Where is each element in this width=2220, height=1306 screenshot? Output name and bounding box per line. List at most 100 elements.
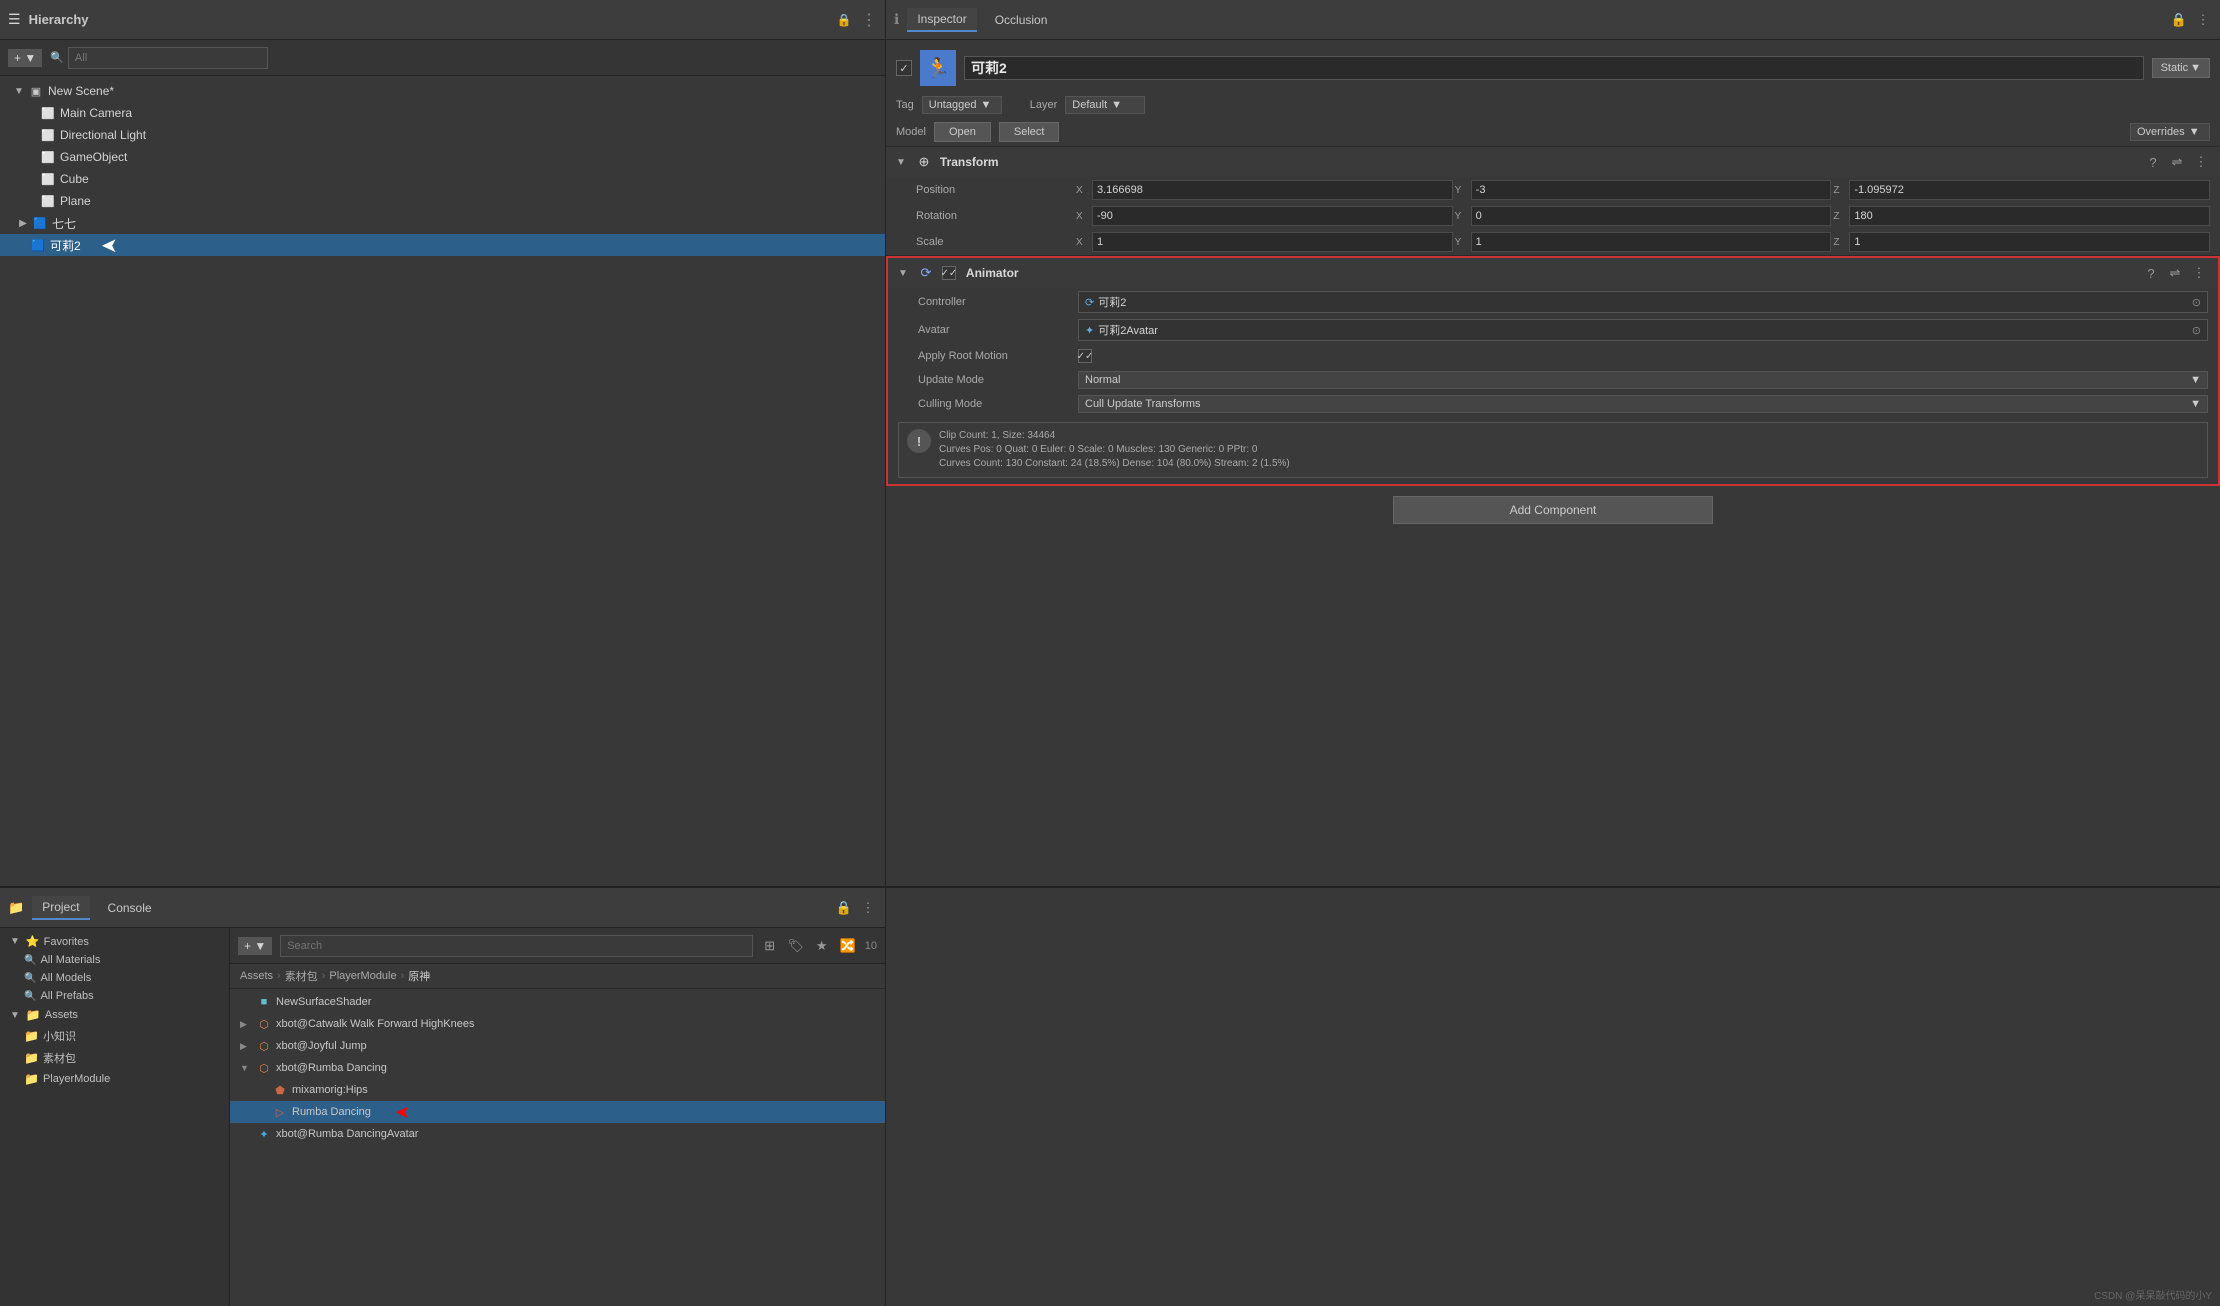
file-xbot-catwalk[interactable]: ▶ ⬡ xbot@Catwalk Walk Forward HighKnees (230, 1013, 885, 1035)
transform-header-icons: ? ⇌ ⋮ (2144, 153, 2210, 171)
sidebar-all-materials[interactable]: 🔍 All Materials (0, 951, 229, 969)
filter-icon[interactable]: 🔀 (839, 937, 857, 955)
search-icon-prefabs: 🔍 (24, 991, 36, 1002)
object-name-input[interactable] (964, 56, 2144, 80)
project-header-icons: 🔒 ⋮ (835, 899, 877, 917)
scale-y-input[interactable] (1471, 232, 1832, 252)
animator-settings-icon[interactable]: ⇌ (2166, 264, 2184, 282)
tree-item-keli2[interactable]: 🟦 可莉2 ➤ (0, 234, 885, 256)
warn-icon: ! (907, 429, 931, 453)
rot-y-input[interactable] (1471, 206, 1832, 226)
tree-item-cube[interactable]: ⬜ Cube (0, 168, 885, 190)
lock-icon-inspector[interactable]: 🔒 (2170, 11, 2188, 29)
file-xbot-rumba-avatar[interactable]: ✦ xbot@Rumba DancingAvatar (230, 1123, 885, 1145)
overrides-dropdown[interactable]: Overrides ▼ (2130, 123, 2210, 141)
lock-icon[interactable]: 🔒 (835, 11, 853, 29)
tab-occlusion[interactable]: Occlusion (985, 9, 1058, 31)
model-open-button[interactable]: Open (934, 122, 991, 142)
animator-help-icon[interactable]: ? (2142, 264, 2160, 282)
star-icon[interactable]: ★ (813, 937, 831, 955)
rot-z-input[interactable] (1849, 206, 2210, 226)
transform-more-icon[interactable]: ⋮ (2192, 153, 2210, 171)
controller-value: 可莉2 (1098, 294, 1126, 310)
static-button[interactable]: Static ▼ (2152, 58, 2210, 78)
assets-header[interactable]: ▼ 📁 Assets (0, 1005, 229, 1025)
layer-dropdown[interactable]: Default ▼ (1065, 96, 1145, 114)
animator-header-icons: ? ⇌ ⋮ (2142, 264, 2208, 282)
object-icon: 🏃 (920, 50, 956, 86)
controller-value-box: ⟳ 可莉2 ⊙ (1078, 291, 2208, 313)
update-mode-dropdown[interactable]: Normal ▼ (1078, 371, 2208, 389)
sidebar-label: PlayerModule (43, 1073, 110, 1085)
update-mode-label: Update Mode (918, 374, 1078, 386)
grid-icon[interactable]: ⊞ (761, 937, 779, 955)
avatar-icon: ✦ (1085, 324, 1094, 337)
culling-mode-dropdown[interactable]: Cull Update Transforms ▼ (1078, 395, 2208, 413)
scale-x-input[interactable] (1092, 232, 1453, 252)
active-checkbox[interactable] (896, 60, 912, 76)
project-search[interactable] (280, 935, 753, 957)
file-rumba-dancing[interactable]: ▷ Rumba Dancing ➤ (230, 1101, 885, 1123)
animator-active-cb[interactable]: ✓ (942, 266, 956, 280)
pos-z-input[interactable] (1849, 180, 2210, 200)
anim-icon: ⬡ (256, 1016, 272, 1032)
add-button[interactable]: + ▼ (8, 49, 42, 67)
animator-more-icon[interactable]: ⋮ (2190, 264, 2208, 282)
transform-header[interactable]: ▼ ⊕ Transform ? ⇌ ⋮ (886, 147, 2220, 177)
more-icon[interactable]: ⋮ (859, 11, 877, 29)
tag-dropdown[interactable]: Untagged ▼ (922, 96, 1002, 114)
file-label: xbot@Rumba DancingAvatar (276, 1128, 418, 1140)
bread-playermodule[interactable]: PlayerModule (329, 970, 396, 982)
tree-item-gameobject[interactable]: ⬜ GameObject (0, 146, 885, 168)
tree-label: 七七 (52, 215, 76, 232)
transform-title: Transform (940, 155, 2138, 169)
file-xbot-rumba[interactable]: ▼ ⬡ xbot@Rumba Dancing (230, 1057, 885, 1079)
scene-root[interactable]: ▼ ▣ New Scene* (0, 80, 885, 102)
tree-item-plane[interactable]: ⬜ Plane (0, 190, 885, 212)
lock-icon-project[interactable]: 🔒 (835, 899, 853, 917)
transform-help-icon[interactable]: ? (2144, 153, 2162, 171)
avatar-row: Avatar ✦ 可莉2Avatar ⊙ (888, 316, 2218, 344)
transform-settings-icon[interactable]: ⇌ (2168, 153, 2186, 171)
pos-x-input[interactable] (1092, 180, 1453, 200)
bread-assets[interactable]: Assets (240, 970, 273, 982)
favorites-header[interactable]: ▼ ⭐ Favorites (0, 932, 229, 951)
scale-z-input[interactable] (1849, 232, 2210, 252)
object-header: 🏃 Static ▼ (886, 44, 2220, 92)
project-add-button[interactable]: + ▼ (238, 937, 272, 955)
avatar-ref-icon[interactable]: ⊙ (2192, 324, 2201, 337)
tab-console[interactable]: Console (98, 897, 162, 919)
tree-item-dir-light[interactable]: ⬜ Directional Light (0, 124, 885, 146)
hierarchy-search[interactable] (68, 47, 268, 69)
tree-item-qiqi[interactable]: ▶ 🟦 七七 (0, 212, 885, 234)
rotation-label: Rotation (916, 210, 1076, 222)
sidebar-all-models[interactable]: 🔍 All Models (0, 969, 229, 987)
sidebar-all-prefabs[interactable]: 🔍 All Prefabs (0, 987, 229, 1005)
more-icon-inspector[interactable]: ⋮ (2194, 11, 2212, 29)
rot-x-input[interactable] (1092, 206, 1453, 226)
more-icon-project[interactable]: ⋮ (859, 899, 877, 917)
sidebar-item-xiaozhi[interactable]: 📁 小知识 (0, 1025, 229, 1047)
bread-cailiabao[interactable]: 素材包 (285, 968, 318, 984)
file-newsurfaceshader[interactable]: ■ NewSurfaceShader (230, 991, 885, 1013)
transform-section: ▼ ⊕ Transform ? ⇌ ⋮ Position X (886, 147, 2220, 256)
controller-ref-icon[interactable]: ⊙ (2192, 296, 2201, 309)
tab-inspector[interactable]: Inspector (907, 8, 976, 32)
file-mixamorig-hips[interactable]: ⬟ mixamorig:Hips (230, 1079, 885, 1101)
model-select-button[interactable]: Select (999, 122, 1060, 142)
file-xbot-joyful[interactable]: ▶ ⬡ xbot@Joyful Jump (230, 1035, 885, 1057)
animator-section: ▼ ⟳ ✓ Animator ? ⇌ ⋮ Controller ⟳ 可莉2 (886, 256, 2220, 486)
bread-yuanshen[interactable]: 原神 (408, 968, 430, 984)
watermark: CSDN @呆呆敲代码的小Y (2094, 1287, 2212, 1302)
pos-y-input[interactable] (1471, 180, 1832, 200)
position-values: X Y Z (1076, 180, 2210, 200)
apply-root-motion-checkbox[interactable]: ✓ (1078, 349, 1092, 363)
add-component-button[interactable]: Add Component (1393, 496, 1713, 524)
tree-item-main-camera[interactable]: ⬜ Main Camera (0, 102, 885, 124)
tag-icon[interactable]: 🏷 (787, 937, 805, 955)
apply-root-motion-label: Apply Root Motion (918, 350, 1078, 362)
sidebar-item-playermodule[interactable]: 📁 PlayerModule (0, 1069, 229, 1089)
animator-header[interactable]: ▼ ⟳ ✓ Animator ? ⇌ ⋮ (888, 258, 2218, 288)
sidebar-item-cailiabao[interactable]: 📁 素材包 (0, 1047, 229, 1069)
tab-project[interactable]: Project (32, 896, 89, 920)
